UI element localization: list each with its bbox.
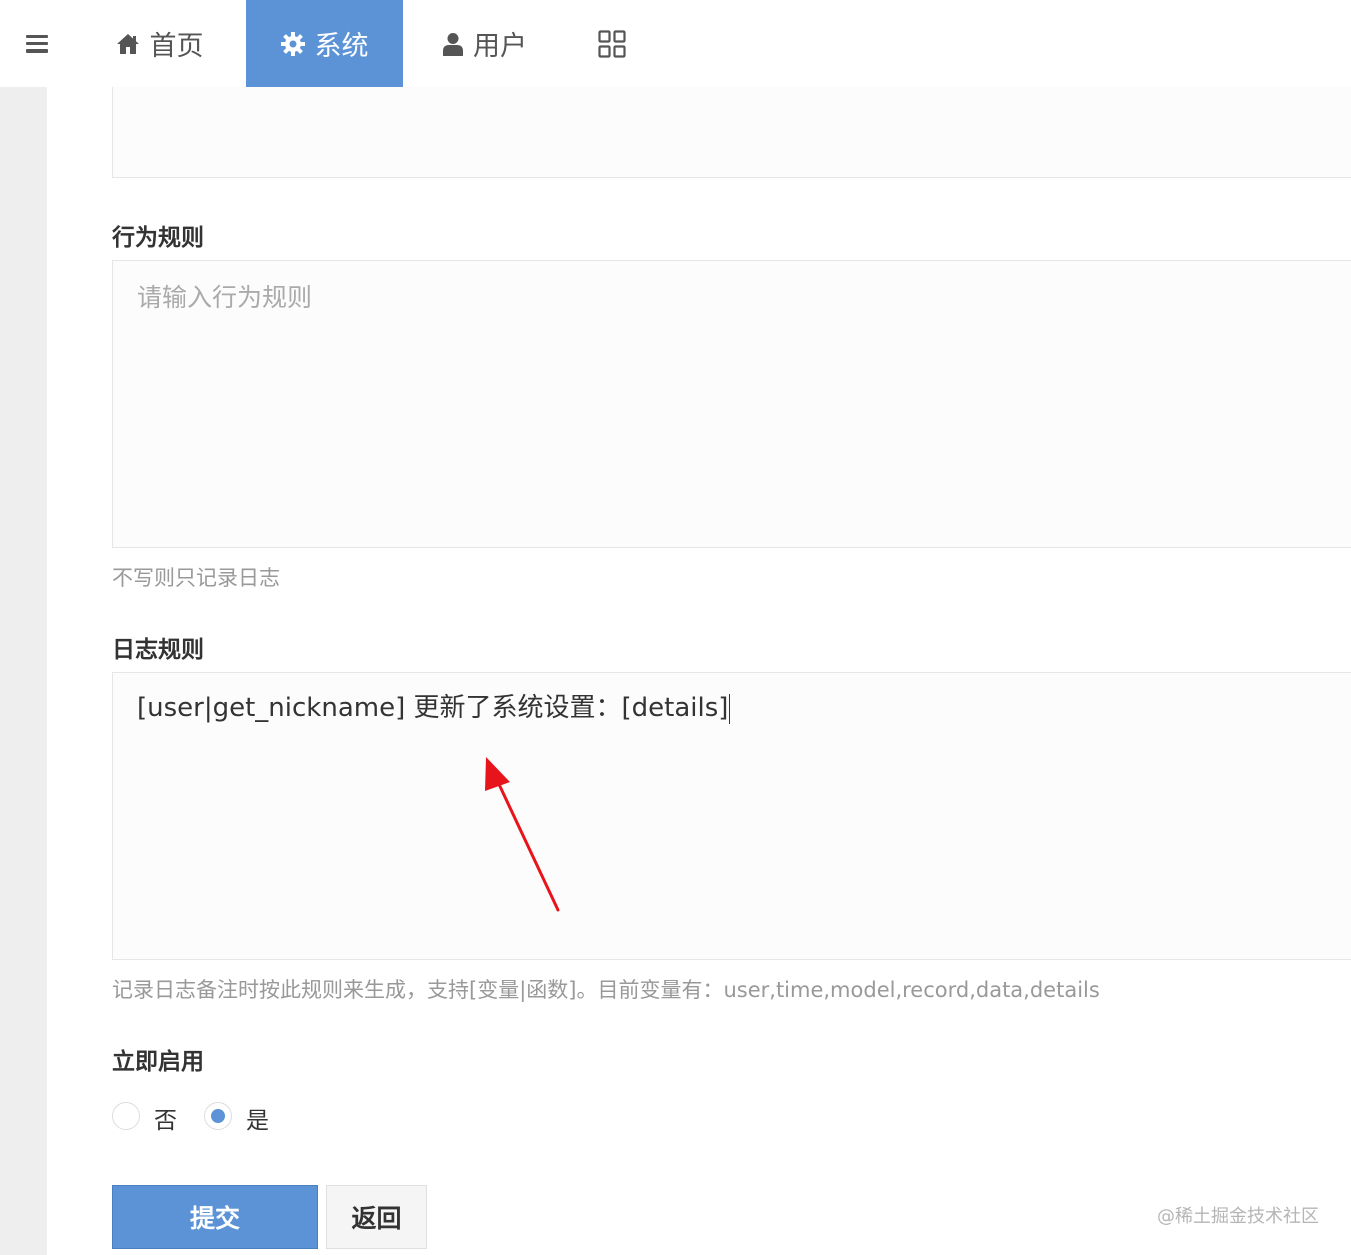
radio-no-label: 否	[154, 1108, 177, 1134]
grid-icon	[598, 29, 626, 58]
home-icon	[116, 33, 140, 55]
text-caret	[729, 693, 731, 724]
back-button[interactable]: 返回	[326, 1185, 427, 1249]
top-navbar: 首页 系统 用户	[0, 0, 1351, 87]
behavior-rule-placeholder: 请输入行为规则	[137, 283, 313, 312]
watermark: @稀土掘金技术社区	[1157, 1206, 1319, 1227]
nav-tab-home[interactable]: 首页	[73, 0, 246, 87]
log-rule-value: [user|get_nickname] 更新了系统设置：[details]	[137, 693, 729, 723]
log-rule-value-wrap: [user|get_nickname] 更新了系统设置：[details]	[137, 687, 731, 724]
behavior-rule-textarea[interactable]: 请输入行为规则	[112, 260, 1351, 548]
nav-tab-system[interactable]: 系统	[246, 0, 403, 87]
radio-no[interactable]	[112, 1102, 140, 1130]
nav-tab-user[interactable]: 用户	[403, 0, 567, 87]
log-rule-help: 记录日志备注时按此规则来生成，支持[变量|函数]。目前变量有：user,time…	[112, 978, 1100, 1002]
menu-toggle-button[interactable]	[0, 0, 73, 87]
gear-icon	[280, 31, 305, 56]
enable-now-label: 立即启用	[112, 1049, 204, 1075]
main-content: 行为规则 请输入行为规则 不写则只记录日志 日志规则 [user|get_nic…	[47, 77, 1351, 1255]
nav-tab-label: 首页	[149, 31, 204, 62]
previous-textarea[interactable]	[112, 77, 1351, 178]
user-icon	[443, 32, 463, 56]
nav-tab-label: 用户	[473, 31, 527, 62]
sidebar-collapsed	[0, 87, 47, 1255]
radio-yes-label: 是	[246, 1108, 269, 1134]
behavior-rule-label: 行为规则	[112, 225, 204, 251]
behavior-rule-help: 不写则只记录日志	[112, 566, 280, 590]
log-rule-textarea[interactable]: [user|get_nickname] 更新了系统设置：[details]	[112, 672, 1351, 960]
nav-tab-label: 系统	[314, 31, 369, 62]
hamburger-icon	[25, 34, 48, 53]
nav-tab-apps[interactable]	[567, 0, 657, 87]
log-rule-label: 日志规则	[112, 637, 204, 663]
radio-yes[interactable]	[204, 1102, 232, 1130]
submit-button[interactable]: 提交	[112, 1185, 318, 1249]
